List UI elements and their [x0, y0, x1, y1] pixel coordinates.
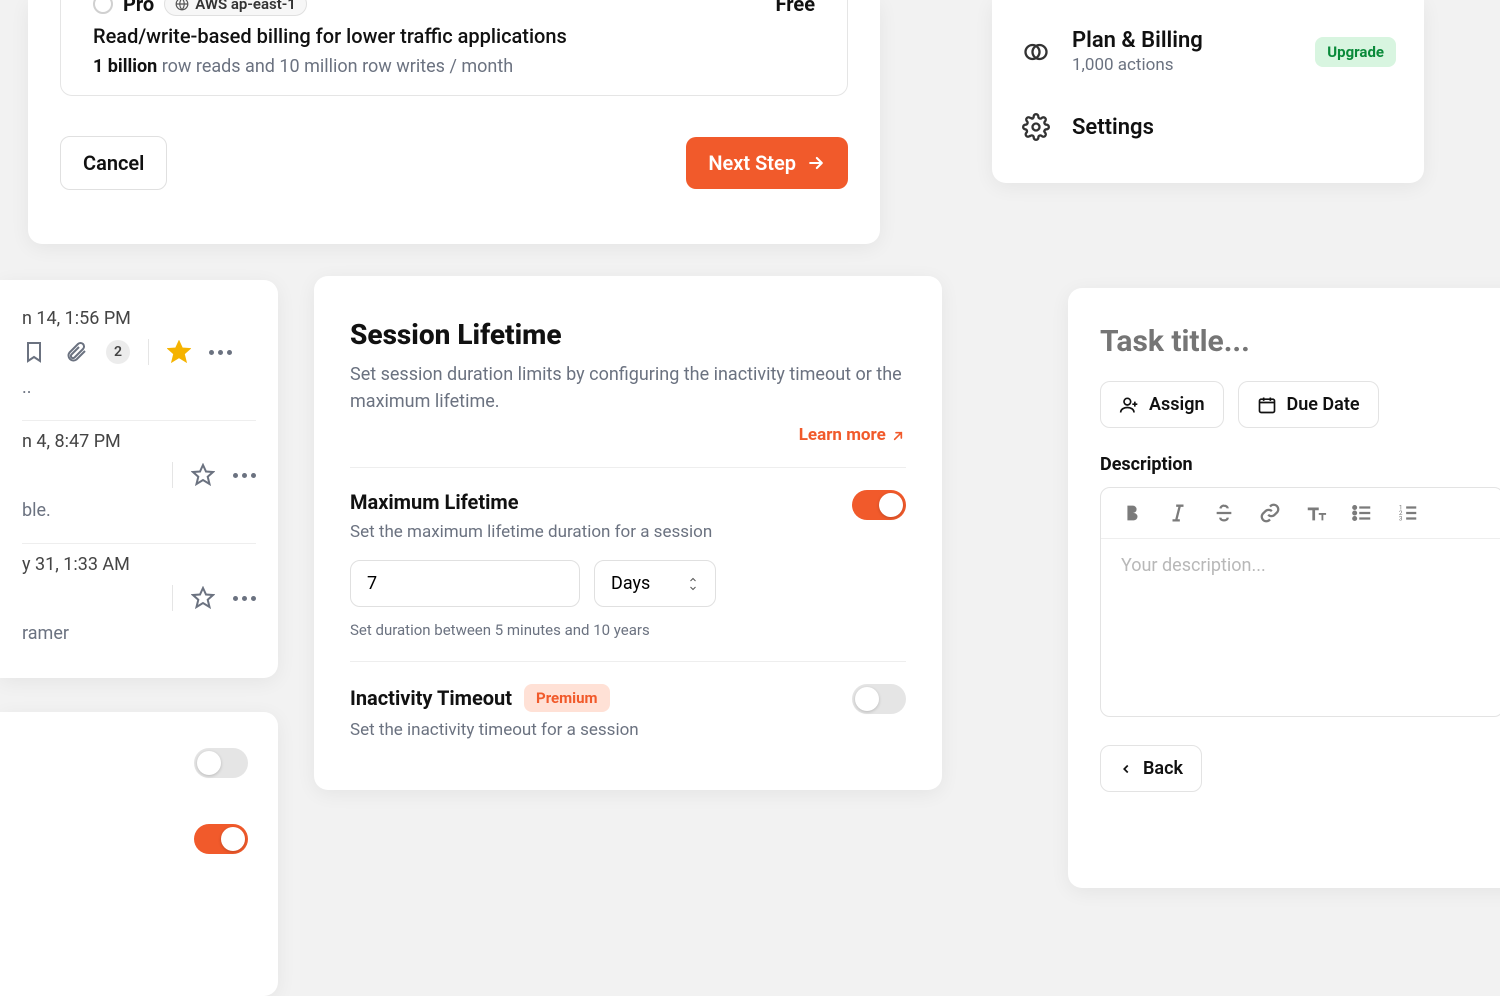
session-title: Session Lifetime: [350, 318, 906, 351]
text-size-icon[interactable]: [1305, 502, 1327, 524]
paperclip-icon[interactable]: [64, 340, 88, 364]
link-icon[interactable]: [1259, 502, 1281, 524]
description-textarea[interactable]: Your description...: [1101, 539, 1500, 592]
due-date-button[interactable]: Due Date: [1238, 381, 1379, 428]
attachment-count: 2: [106, 340, 130, 364]
mail-item[interactable]: n 4, 8:47 PM ble.: [22, 421, 256, 544]
calendar-icon: [1257, 395, 1277, 415]
plan-price: Free: [776, 0, 815, 16]
star-filled-icon[interactable]: [167, 340, 191, 364]
nav-settings[interactable]: Settings: [992, 93, 1424, 161]
star-outline-icon[interactable]: [191, 586, 215, 610]
star-outline-icon[interactable]: [191, 463, 215, 487]
nav-plan-billing[interactable]: Plan & Billing 1,000 actions Upgrade: [992, 10, 1424, 93]
bullet-list-icon[interactable]: [1351, 502, 1373, 524]
session-subtitle: Set session duration limits by configuri…: [350, 361, 906, 415]
max-lifetime-help: Set duration between 5 minutes and 10 ye…: [350, 621, 906, 639]
plan-billing-icon: [1020, 36, 1052, 68]
task-title-input[interactable]: [1100, 324, 1500, 359]
external-link-icon: [890, 428, 906, 444]
mail-list-card: n 14, 1:56 PM 2 .. n 4, 8:47 PM ble. y 3…: [0, 280, 278, 678]
setting-toggle-b[interactable]: [194, 824, 248, 854]
numbered-list-icon[interactable]: 123: [1397, 502, 1419, 524]
strikethrough-icon[interactable]: [1213, 502, 1235, 524]
plan-option-pro[interactable]: Pro AWS ap-east-1 Free Read/write-based …: [60, 0, 848, 96]
stepper-icon: [687, 575, 699, 593]
description-label: Description: [1100, 454, 1500, 475]
bold-icon[interactable]: [1121, 502, 1143, 524]
plan-name: Pro: [123, 0, 154, 16]
session-lifetime-card: Session Lifetime Set session duration li…: [314, 276, 942, 790]
max-lifetime-unit-select[interactable]: Days: [594, 560, 716, 607]
max-lifetime-title: Maximum Lifetime: [350, 490, 712, 514]
mail-item[interactable]: n 14, 1:56 PM 2 ..: [22, 298, 256, 421]
svg-text:3: 3: [1399, 514, 1403, 522]
next-step-button[interactable]: Next Step: [686, 137, 848, 189]
gear-icon: [1020, 111, 1052, 143]
plan-radio[interactable]: [93, 0, 113, 14]
editor-toolbar: 123: [1101, 488, 1500, 539]
plan-description: Read/write-based billing for lower traff…: [93, 24, 815, 48]
description-editor: 123 Your description...: [1100, 487, 1500, 717]
setting-toggle-a[interactable]: [194, 748, 248, 778]
plan-provider-badge: AWS ap-east-1: [164, 0, 307, 16]
back-button[interactable]: Back: [1100, 745, 1202, 792]
account-nav-card: Plan & Billing 1,000 actions Upgrade Set…: [992, 0, 1424, 183]
create-task-card: Assign Due Date Description 123 Your des…: [1068, 288, 1500, 888]
plan-detail: 1 billion row reads and 10 million row w…: [93, 56, 815, 77]
chevron-left-icon: [1119, 762, 1133, 776]
globe-icon: [175, 0, 189, 11]
italic-icon[interactable]: [1167, 502, 1189, 524]
more-icon[interactable]: [233, 473, 256, 478]
max-lifetime-value-input[interactable]: [350, 560, 580, 607]
premium-badge: Premium: [524, 684, 609, 712]
plan-selection-card: Pro AWS ap-east-1 Free Read/write-based …: [28, 0, 880, 244]
arrow-right-icon: [806, 153, 826, 173]
mail-item[interactable]: y 31, 1:33 AM ramer: [22, 544, 256, 666]
max-lifetime-toggle[interactable]: [852, 490, 906, 520]
cancel-button[interactable]: Cancel: [60, 136, 167, 190]
assign-button[interactable]: Assign: [1100, 381, 1224, 428]
max-lifetime-sub: Set the maximum lifetime duration for a …: [350, 522, 712, 542]
learn-more-link[interactable]: Learn more: [350, 425, 906, 445]
inactivity-timeout-title: Inactivity Timeout Premium: [350, 684, 639, 712]
user-plus-icon: [1119, 395, 1139, 415]
toggle-panel: [0, 712, 278, 996]
more-icon[interactable]: [209, 350, 232, 355]
upgrade-badge[interactable]: Upgrade: [1315, 37, 1396, 67]
inactivity-timeout-toggle[interactable]: [852, 684, 906, 714]
inactivity-timeout-sub: Set the inactivity timeout for a session: [350, 720, 639, 740]
bookmark-icon[interactable]: [22, 340, 46, 364]
more-icon[interactable]: [233, 596, 256, 601]
